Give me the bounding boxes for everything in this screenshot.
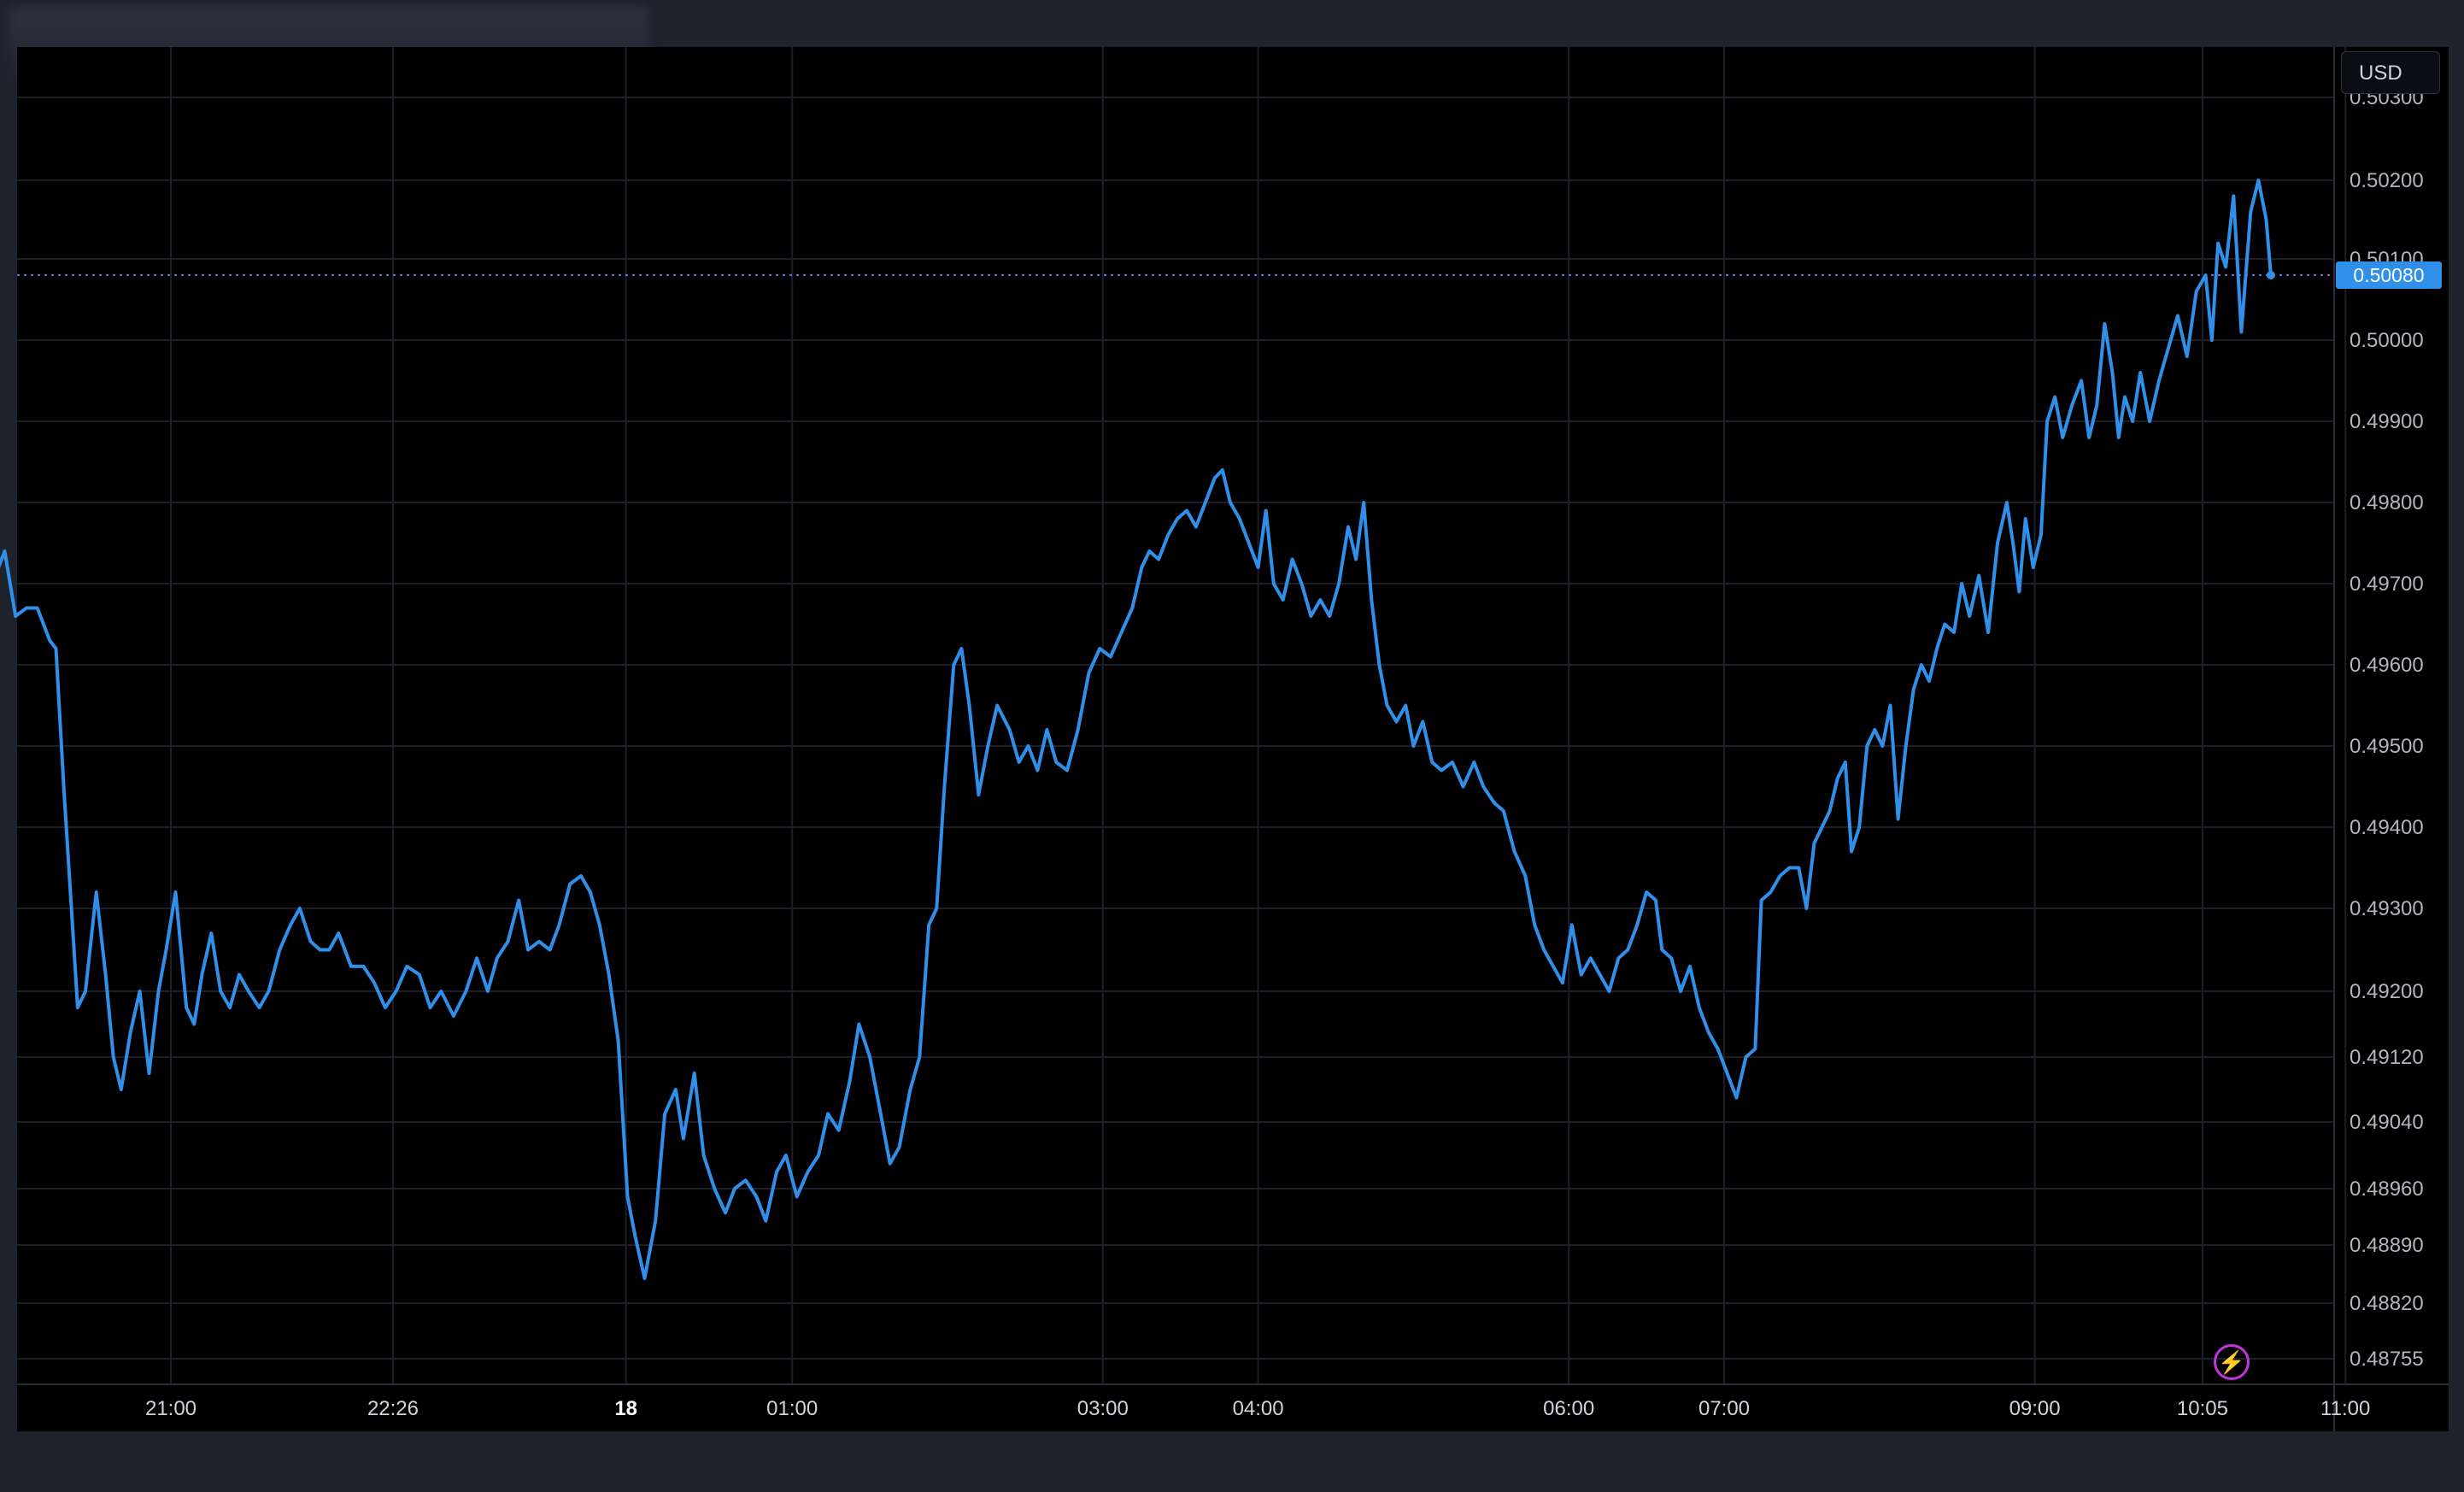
time-axis-label: 10:05 (2177, 1397, 2228, 1420)
time-axis-label: 11:00 (2320, 1397, 2370, 1420)
price-axis-label: 0.49800 (2350, 491, 2424, 514)
time-axis-label: 21:00 (145, 1397, 197, 1420)
price-axis-label: 0.49200 (2350, 980, 2424, 1003)
time-axis-label: 22:26 (367, 1397, 419, 1420)
price-axis-label: 0.49040 (2350, 1111, 2424, 1134)
price-axis-label: 0.48820 (2350, 1292, 2424, 1315)
lightning-bolt-icon[interactable]: ⚡ (2214, 1344, 2250, 1380)
price-axis-label: 0.49700 (2350, 573, 2424, 596)
time-axis-label: 09:00 (2009, 1397, 2061, 1420)
price-axis-label: 0.49500 (2350, 735, 2424, 758)
app-window: 0.50300 0.50200 0.50100 0.50000 0.49900 0.498… (0, 0, 2464, 1492)
last-price-tag: 0.50080 (2336, 261, 2442, 289)
price-axis-label: 0.49300 (2350, 897, 2424, 920)
time-axis-label: 07:00 (1698, 1397, 1750, 1420)
time-axis-label: 06:00 (1543, 1397, 1594, 1420)
price-axis-label: 0.50000 (2350, 329, 2424, 352)
time-axis-label: 03:00 (1077, 1397, 1129, 1420)
price-axis-label: 0.49900 (2350, 410, 2424, 433)
time-axis-label: 18 (614, 1397, 637, 1420)
price-line-chart[interactable]: 0.503000.502000.501000.500000.499000.498… (0, 0, 2464, 1492)
price-axis-label: 0.49400 (2350, 816, 2424, 839)
price-axis-label: 0.48890 (2350, 1234, 2424, 1257)
price-axis-label: 0.48755 (2350, 1348, 2424, 1371)
currency-selector-button[interactable]: USD (2341, 51, 2440, 94)
chart-background (17, 47, 2449, 1431)
last-price-tag-label: 0.50080 (2353, 264, 2424, 286)
price-axis-label: 0.49600 (2350, 654, 2424, 677)
price-axis-label: 0.49120 (2350, 1046, 2424, 1069)
time-axis-label: 01:00 (766, 1397, 818, 1420)
price-axis-label: 0.50200 (2350, 169, 2424, 192)
last-price-point (2266, 271, 2275, 279)
time-axis-label: 04:00 (1233, 1397, 1284, 1420)
price-axis-label: 0.48960 (2350, 1178, 2424, 1201)
